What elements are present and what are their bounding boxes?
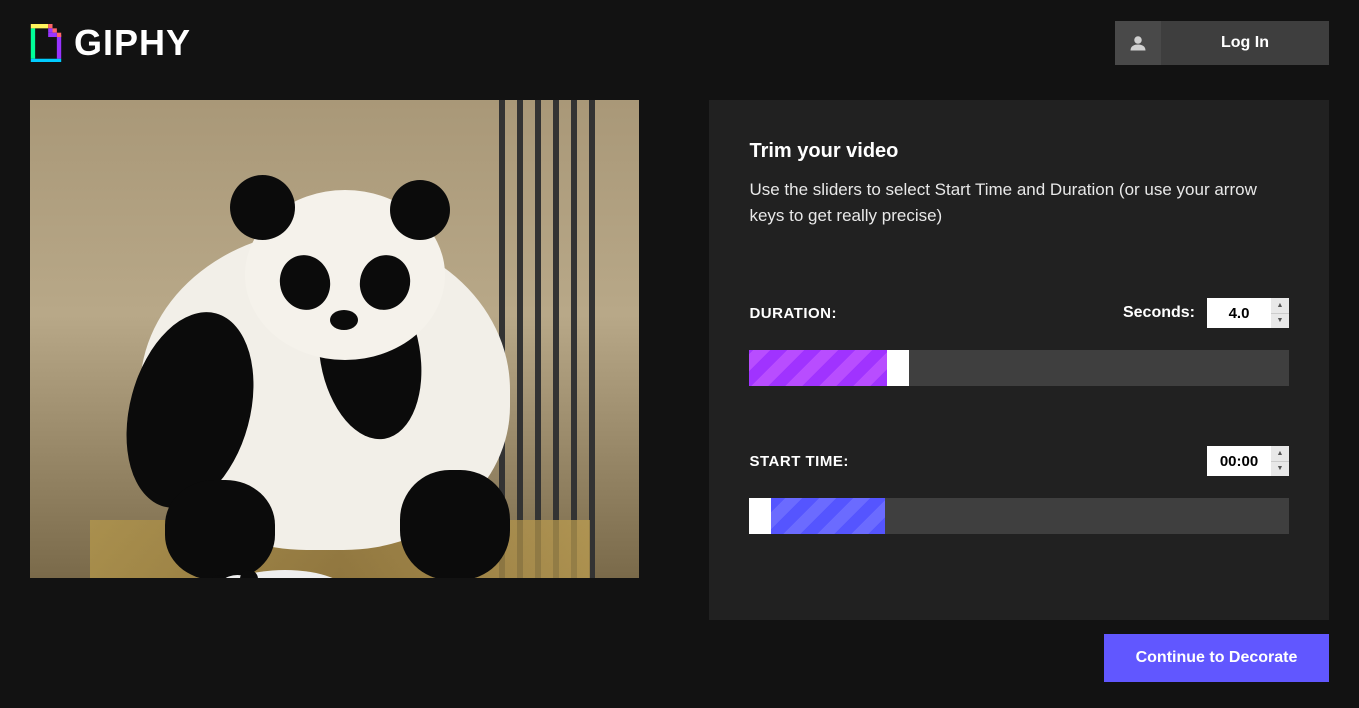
duration-input[interactable]: 4.0 ▲ ▼ [1207, 298, 1289, 328]
starttime-slider-thumb[interactable] [749, 498, 771, 534]
continue-button[interactable]: Continue to Decorate [1104, 634, 1329, 682]
seconds-label: Seconds: [1123, 304, 1195, 322]
chevron-down-icon[interactable]: ▼ [1271, 462, 1289, 477]
duration-fill [749, 350, 887, 386]
panel-title: Trim your video [749, 140, 1289, 163]
user-avatar-button[interactable] [1115, 21, 1161, 65]
brand-text: GIPHY [74, 22, 191, 64]
starttime-spinner: ▲ ▼ [1271, 446, 1289, 476]
chevron-up-icon[interactable]: ▲ [1271, 298, 1289, 314]
login-button[interactable]: Log In [1161, 21, 1329, 65]
starttime-slider[interactable] [749, 498, 1289, 534]
video-preview[interactable] [30, 100, 639, 578]
app-header: GIPHY Log In [0, 0, 1359, 85]
login-area: Log In [1115, 21, 1329, 65]
duration-spinner: ▲ ▼ [1271, 298, 1289, 328]
starttime-input[interactable]: 00:00 ▲ ▼ [1207, 446, 1289, 476]
user-icon [1129, 34, 1147, 52]
duration-value: 4.0 [1207, 298, 1271, 328]
duration-label: DURATION: [749, 305, 837, 322]
main-content: Trim your video Use the sliders to selec… [0, 85, 1359, 620]
panel-description: Use the sliders to select Start Time and… [749, 177, 1289, 228]
starttime-value: 00:00 [1207, 446, 1271, 476]
starttime-fill [771, 498, 884, 534]
duration-slider[interactable] [749, 350, 1289, 386]
giphy-logo-icon [30, 24, 62, 62]
logo[interactable]: GIPHY [30, 22, 191, 64]
starttime-row: START TIME: 00:00 ▲ ▼ [749, 446, 1289, 476]
duration-slider-thumb[interactable] [887, 350, 909, 386]
starttime-label: START TIME: [749, 453, 848, 470]
trim-panel: Trim your video Use the sliders to selec… [709, 100, 1329, 620]
chevron-up-icon[interactable]: ▲ [1271, 446, 1289, 462]
chevron-down-icon[interactable]: ▼ [1271, 314, 1289, 329]
duration-row: DURATION: Seconds: 4.0 ▲ ▼ [749, 298, 1289, 328]
